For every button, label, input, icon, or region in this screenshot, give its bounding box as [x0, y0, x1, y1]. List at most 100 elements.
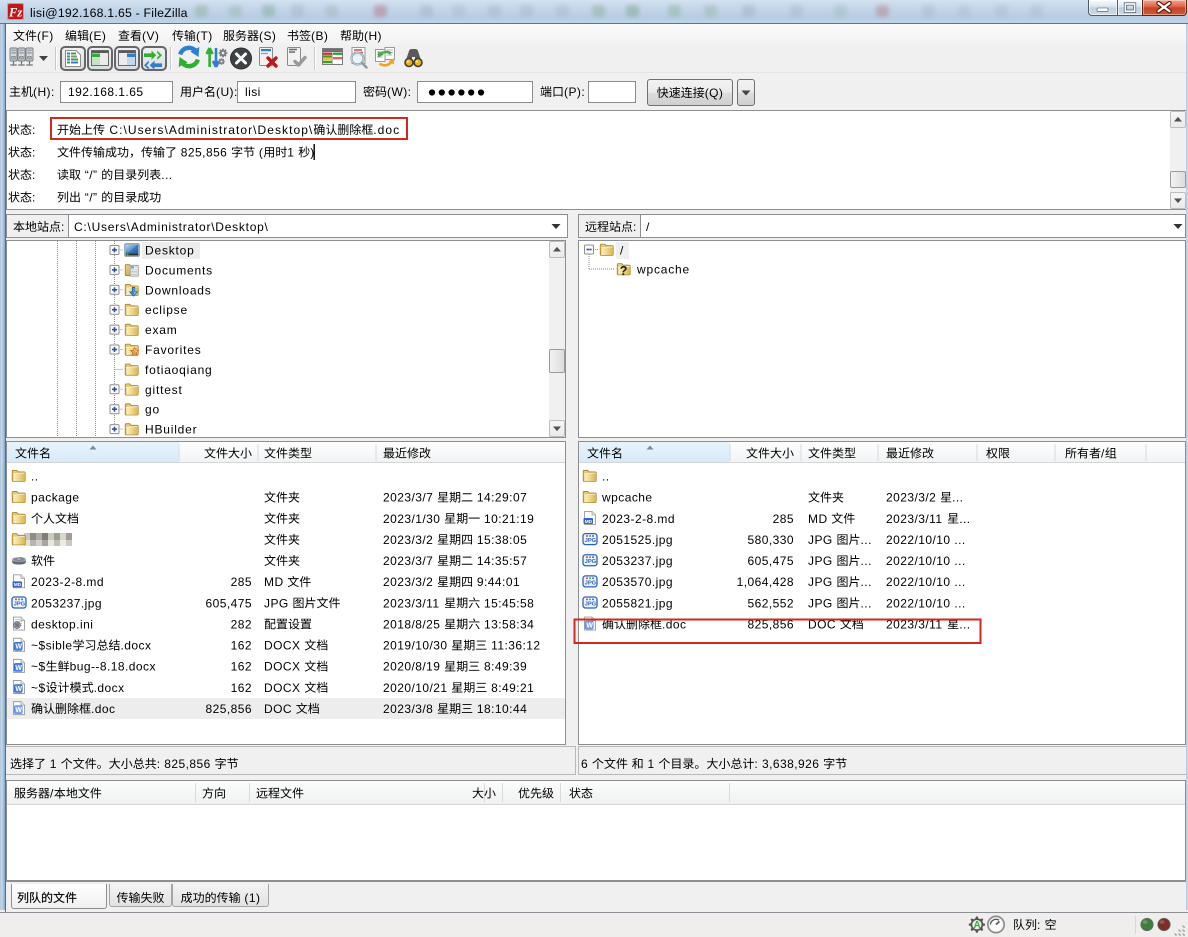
svg-text:DOC: DOC [264, 702, 296, 716]
svg-text:2051525.jpg: 2051525.jpg [602, 533, 673, 547]
svg-text:2023/3/11: 2023/3/11 [886, 512, 946, 526]
svg-text::: : [633, 220, 637, 234]
svg-text:(Q): (Q) [705, 86, 724, 100]
svg-text:DOCX: DOCX [264, 639, 304, 653]
svg-text:/: / [646, 220, 650, 234]
svg-text:DOCX: DOCX [264, 681, 304, 695]
svg-text:(S): (S) [259, 29, 276, 43]
svg-text:825,856: 825,856 [206, 702, 253, 716]
svg-text:C:\Users\Administrator\Desktop: C:\Users\Administrator\Desktop\ [74, 220, 269, 234]
svg-text:2022/10/10 ...: 2022/10/10 ... [886, 554, 966, 568]
svg-text:HBuilder: HBuilder [145, 423, 197, 437]
svg-text:lisi@192.168.1.65 - FileZilla: lisi@192.168.1.65 - FileZilla [30, 6, 188, 20]
svg-text:Favorites: Favorites [145, 343, 202, 357]
svg-text:desktop.ini: desktop.ini [31, 617, 93, 631]
svg-text::: : [32, 168, 36, 182]
svg-text:bug--8.18.docx: bug--8.18.docx [70, 660, 156, 674]
svg-text:/: / [620, 244, 624, 258]
svg-text:~$: ~$ [31, 660, 46, 674]
svg-text:605,475: 605,475 [748, 554, 795, 568]
svg-text:562,552: 562,552 [748, 596, 795, 610]
svg-text:13:58:34: 13:58:34 [480, 617, 534, 631]
svg-text:fotiaoqiang: fotiaoqiang [145, 363, 213, 377]
svg-text:Downloads: Downloads [145, 283, 212, 297]
svg-text:..: .. [602, 470, 610, 484]
svg-text:...: ... [861, 554, 872, 568]
svg-text:2053237.jpg: 2053237.jpg [31, 596, 102, 610]
svg-text:825,856: 825,856 [177, 146, 231, 160]
svg-text:JPG: JPG [808, 533, 836, 547]
svg-text:...: ... [861, 533, 872, 547]
svg-text:(T): (T) [196, 29, 213, 43]
svg-text:2053237.jpg: 2053237.jpg [602, 554, 673, 568]
svg-text:1,064,428: 1,064,428 [737, 575, 794, 589]
svg-text:11:36:12: 11:36:12 [487, 639, 540, 653]
svg-text:2023/3/11: 2023/3/11 [383, 596, 443, 610]
svg-text:: 3,638,926: : 3,638,926 [754, 757, 823, 771]
svg-text::: : [32, 146, 36, 160]
svg-text:“/”: “/” [81, 191, 101, 205]
svg-text:9:44:01: 9:44:01 [473, 575, 520, 589]
svg-text:8:49:39: 8:49:39 [480, 660, 527, 674]
svg-text:6: 6 [581, 757, 592, 771]
svg-text:285: 285 [773, 512, 794, 526]
svg-text:18:10:44: 18:10:44 [473, 702, 527, 716]
svg-text:...: ... [861, 596, 872, 610]
svg-text:...: ... [959, 512, 970, 526]
svg-text:JPG: JPG [808, 575, 836, 589]
svg-text:14:29:07: 14:29:07 [473, 491, 527, 505]
svg-text:2022/10/10 ...: 2022/10/10 ... [886, 596, 966, 610]
svg-text:wpcache: wpcache [601, 491, 653, 505]
svg-text:(P):: (P): [564, 85, 585, 99]
svg-text:162: 162 [231, 681, 252, 695]
svg-text:package: package [31, 491, 80, 505]
svg-text:2023/3/2: 2023/3/2 [383, 533, 437, 547]
svg-text:2055821.jpg: 2055821.jpg [602, 596, 673, 610]
svg-text:(: ( [255, 146, 263, 160]
svg-text:.docx: .docx [94, 681, 125, 695]
svg-text:2023/3/7: 2023/3/7 [383, 554, 437, 568]
svg-text:~$: ~$ [31, 681, 46, 695]
svg-text:2023/3/2: 2023/3/2 [383, 575, 437, 589]
svg-text:(H): (H) [364, 29, 382, 43]
svg-text::: : [32, 191, 36, 205]
svg-text:wpcache: wpcache [636, 263, 690, 277]
svg-text:15:45:58: 15:45:58 [480, 596, 534, 610]
svg-text:DOCX: DOCX [264, 660, 304, 674]
svg-text:MD: MD [808, 512, 831, 526]
svg-text:2022/10/10 ...: 2022/10/10 ... [886, 575, 966, 589]
svg-text:162: 162 [231, 660, 252, 674]
svg-text:2018/8/25: 2018/8/25 [383, 617, 444, 631]
svg-text:2019/10/30: 2019/10/30 [383, 639, 451, 653]
svg-text:/: / [50, 787, 54, 801]
svg-text:“/”: “/” [81, 168, 101, 182]
svg-text:2023/1/30: 2023/1/30 [383, 512, 444, 526]
svg-text:(V): (V) [142, 29, 159, 43]
svg-text:eclipse: eclipse [145, 303, 188, 317]
svg-text:2023-2-8.md: 2023-2-8.md [31, 575, 104, 589]
svg-text:exam: exam [145, 323, 178, 337]
svg-text:Fz: Fz [8, 6, 22, 20]
svg-text:2023-2-8.md: 2023-2-8.md [602, 512, 675, 526]
svg-text:A: A [974, 920, 981, 931]
svg-text:(H):: (H): [33, 85, 55, 99]
svg-text:580,330: 580,330 [748, 533, 795, 547]
svg-text:14:35:57: 14:35:57 [473, 554, 527, 568]
svg-text::: : [1037, 918, 1045, 932]
svg-text:..: .. [31, 470, 39, 484]
svg-text:2020/8/19: 2020/8/19 [383, 660, 444, 674]
svg-text:2022/10/10 ...: 2022/10/10 ... [886, 533, 966, 547]
svg-text:162: 162 [231, 639, 252, 653]
svg-text:go: go [145, 403, 160, 417]
svg-text:(U):: (U): [216, 85, 238, 99]
svg-text:15:38:05: 15:38:05 [473, 533, 527, 547]
svg-text:285: 285 [231, 575, 252, 589]
svg-text:(B): (B) [311, 29, 328, 43]
svg-text:C:\Users\Administrator\Desktop: C:\Users\Administrator\Desktop\ [105, 123, 313, 137]
svg-text:1: 1 [644, 757, 659, 771]
svg-text:10:21:19: 10:21:19 [480, 512, 534, 526]
svg-text:1: 1 [287, 146, 298, 160]
svg-text:lisi: lisi [245, 85, 261, 99]
svg-text:...: ... [161, 168, 172, 182]
svg-text:(1): (1) [241, 891, 261, 905]
